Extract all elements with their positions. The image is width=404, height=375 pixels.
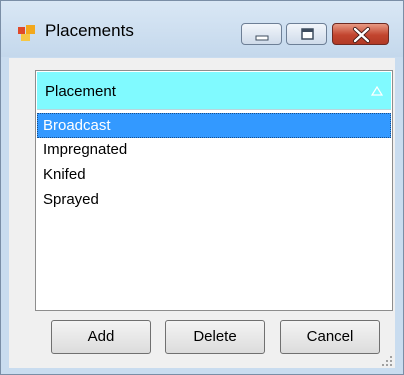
add-button[interactable]: Add [51,320,151,354]
list-items: Broadcast Impregnated Knifed Sprayed [37,113,391,213]
form-icon [18,24,36,42]
minimize-icon [255,35,269,41]
window-title: Placements [45,21,134,40]
delete-button[interactable]: Delete [165,320,265,354]
maximize-button[interactable] [286,23,327,45]
list-item[interactable]: Sprayed [37,188,391,213]
column-header-placement[interactable]: Placement [37,72,391,110]
list-item[interactable]: Impregnated [37,138,391,163]
cancel-button[interactable]: Cancel [280,320,380,354]
list-item[interactable]: Broadcast [37,113,391,138]
placements-list[interactable]: Placement Broadcast Impregnated Knifed S… [35,70,393,311]
close-button[interactable] [332,23,389,45]
window-client-area: Placement Broadcast Impregnated Knifed S… [9,58,395,368]
resize-grip-icon[interactable] [381,354,393,372]
close-icon [353,27,370,43]
title-bar[interactable]: Placements [1,1,403,57]
placements-window: Placements Placement Broadcast Impregnat… [0,0,404,375]
minimize-button[interactable] [241,23,282,45]
column-header-label: Placement [45,83,116,100]
sort-ascending-icon [370,83,384,101]
maximize-icon [301,28,314,40]
list-item[interactable]: Knifed [37,163,391,188]
